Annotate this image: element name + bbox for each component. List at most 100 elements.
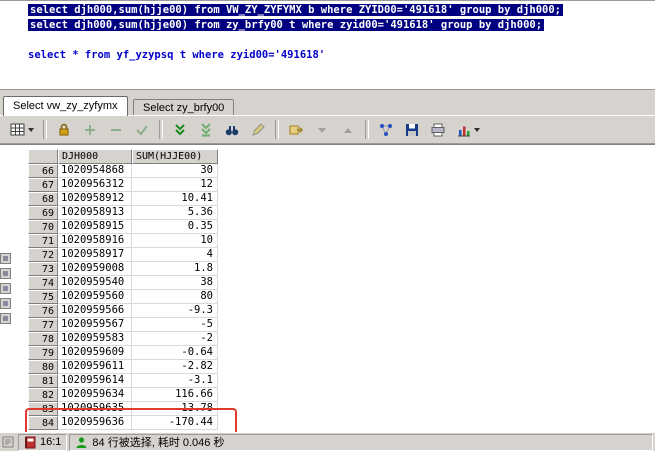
table-row[interactable]: 74 1020959540 38 [28, 276, 218, 290]
sort-ascending-button[interactable] [335, 118, 361, 142]
sql-editor-line[interactable]: select * from yf_yzypsq t where zyid00='… [0, 48, 655, 63]
row-number-cell[interactable]: 66 [28, 164, 58, 178]
cell-djh000[interactable]: 1020959566 [58, 304, 132, 318]
cell-sum-hjje00[interactable]: 0.35 [132, 220, 218, 234]
row-number-cell[interactable]: 73 [28, 262, 58, 276]
cell-sum-hjje00[interactable]: -5 [132, 318, 218, 332]
cell-djh000[interactable]: 1020954868 [58, 164, 132, 178]
row-number-cell[interactable]: 79 [28, 346, 58, 360]
linked-query-button[interactable] [373, 118, 399, 142]
sort-descending-button[interactable] [309, 118, 335, 142]
cell-djh000[interactable]: 1020959560 [58, 290, 132, 304]
grid-view-button[interactable] [5, 118, 39, 142]
chart-button[interactable] [451, 118, 485, 142]
table-row[interactable]: 69 1020958913 5.36 [28, 206, 218, 220]
cell-sum-hjje00[interactable]: -0.64 [132, 346, 218, 360]
cell-sum-hjje00[interactable]: -3.1 [132, 374, 218, 388]
tab-select-zy-brfy00[interactable]: Select zy_brfy00 [132, 99, 235, 116]
cell-djh000[interactable]: 1020956312 [58, 178, 132, 192]
table-row[interactable]: 78 1020959583 -2 [28, 332, 218, 346]
cell-djh000[interactable]: 1020958913 [58, 206, 132, 220]
row-number-cell[interactable]: 83 [28, 402, 58, 416]
docked-panel-icon[interactable] [0, 283, 11, 294]
column-header-djh000[interactable]: DJH000 [58, 149, 132, 164]
cell-djh000[interactable]: 1020959567 [58, 318, 132, 332]
row-number-cell[interactable]: 71 [28, 234, 58, 248]
corner-header-cell[interactable] [28, 149, 58, 164]
edit-data-button[interactable] [245, 118, 271, 142]
docked-panel-icon[interactable] [0, 268, 11, 279]
row-number-cell[interactable]: 69 [28, 206, 58, 220]
cell-djh000[interactable]: 1020959008 [58, 262, 132, 276]
cell-djh000[interactable]: 1020959635 [58, 402, 132, 416]
sql-statement-selected[interactable]: select djh000,sum(hjje00) from zy_brfy00… [28, 19, 545, 31]
docked-panel-icon[interactable] [0, 298, 11, 309]
row-number-cell[interactable]: 74 [28, 276, 58, 290]
cell-sum-hjje00[interactable]: -2.82 [132, 360, 218, 374]
print-results-button[interactable] [425, 118, 451, 142]
sql-editor-blank-line[interactable] [0, 33, 655, 48]
cell-sum-hjje00[interactable]: 13.78 [132, 402, 218, 416]
delete-record-button[interactable] [103, 118, 129, 142]
column-header-sum-hjje00[interactable]: SUM(HJJE00) [132, 149, 218, 164]
find-button[interactable] [219, 118, 245, 142]
fetch-all-button[interactable] [193, 118, 219, 142]
cell-djh000[interactable]: 1020959609 [58, 346, 132, 360]
table-row[interactable]: 75 1020959560 80 [28, 290, 218, 304]
insert-record-button[interactable] [77, 118, 103, 142]
cell-djh000[interactable]: 1020958917 [58, 248, 132, 262]
row-number-cell[interactable]: 70 [28, 220, 58, 234]
cell-djh000[interactable]: 1020958915 [58, 220, 132, 234]
cell-sum-hjje00[interactable]: -170.44 [132, 416, 218, 430]
cell-djh000[interactable]: 1020959611 [58, 360, 132, 374]
row-number-cell[interactable]: 67 [28, 178, 58, 192]
post-changes-button[interactable] [129, 118, 155, 142]
cell-sum-hjje00[interactable]: 1.8 [132, 262, 218, 276]
table-row[interactable]: 76 1020959566 -9.3 [28, 304, 218, 318]
cell-sum-hjje00[interactable]: 4 [132, 248, 218, 262]
table-row[interactable]: 82 1020959634 116.66 [28, 388, 218, 402]
table-row[interactable]: 66 1020954868 30 [28, 164, 218, 178]
fetch-next-page-button[interactable] [167, 118, 193, 142]
sql-editor[interactable]: select djh000,sum(hjje00) from VW_ZY_ZYF… [0, 0, 655, 90]
table-row[interactable]: 72 1020958917 4 [28, 248, 218, 262]
cell-sum-hjje00[interactable]: 5.36 [132, 206, 218, 220]
row-number-cell[interactable]: 76 [28, 304, 58, 318]
row-number-cell[interactable]: 68 [28, 192, 58, 206]
cell-djh000[interactable]: 1020959540 [58, 276, 132, 290]
cell-sum-hjje00[interactable]: 38 [132, 276, 218, 290]
cell-djh000[interactable]: 1020959614 [58, 374, 132, 388]
cell-sum-hjje00[interactable]: 80 [132, 290, 218, 304]
table-row[interactable]: 81 1020959614 -3.1 [28, 374, 218, 388]
row-number-cell[interactable]: 78 [28, 332, 58, 346]
cell-sum-hjje00[interactable]: 30 [132, 164, 218, 178]
cell-djh000[interactable]: 1020958916 [58, 234, 132, 248]
cell-sum-hjje00[interactable]: 10 [132, 234, 218, 248]
table-row[interactable]: 84 1020959636 -170.44 [28, 416, 218, 430]
row-number-cell[interactable]: 72 [28, 248, 58, 262]
lock-button[interactable] [51, 118, 77, 142]
save-results-button[interactable] [399, 118, 425, 142]
table-row[interactable]: 79 1020959609 -0.64 [28, 346, 218, 360]
cell-djh000[interactable]: 1020959583 [58, 332, 132, 346]
row-number-cell[interactable]: 80 [28, 360, 58, 374]
cell-sum-hjje00[interactable]: -2 [132, 332, 218, 346]
row-number-cell[interactable]: 82 [28, 388, 58, 402]
table-row[interactable]: 68 1020958912 10.41 [28, 192, 218, 206]
row-number-cell[interactable]: 84 [28, 416, 58, 430]
sql-statement[interactable]: select * from yf_yzypsq t where zyid00='… [28, 49, 325, 61]
docked-panel-icon[interactable] [0, 313, 11, 324]
row-number-cell[interactable]: 77 [28, 318, 58, 332]
row-number-cell[interactable]: 81 [28, 374, 58, 388]
cell-djh000[interactable]: 1020959636 [58, 416, 132, 430]
export-data-button[interactable] [283, 118, 309, 142]
cell-sum-hjje00[interactable]: 12 [132, 178, 218, 192]
table-row[interactable]: 71 1020958916 10 [28, 234, 218, 248]
sql-editor-line[interactable]: select djh000,sum(hjje00) from VW_ZY_ZYF… [0, 3, 655, 18]
table-row[interactable]: 77 1020959567 -5 [28, 318, 218, 332]
tab-select-vw-zy-zyfymx[interactable]: Select vw_zy_zyfymx [3, 96, 128, 116]
cell-sum-hjje00[interactable]: -9.3 [132, 304, 218, 318]
table-row[interactable]: 67 1020956312 12 [28, 178, 218, 192]
cell-sum-hjje00[interactable]: 10.41 [132, 192, 218, 206]
sql-editor-line[interactable]: select djh000,sum(hjje00) from zy_brfy00… [0, 18, 655, 33]
